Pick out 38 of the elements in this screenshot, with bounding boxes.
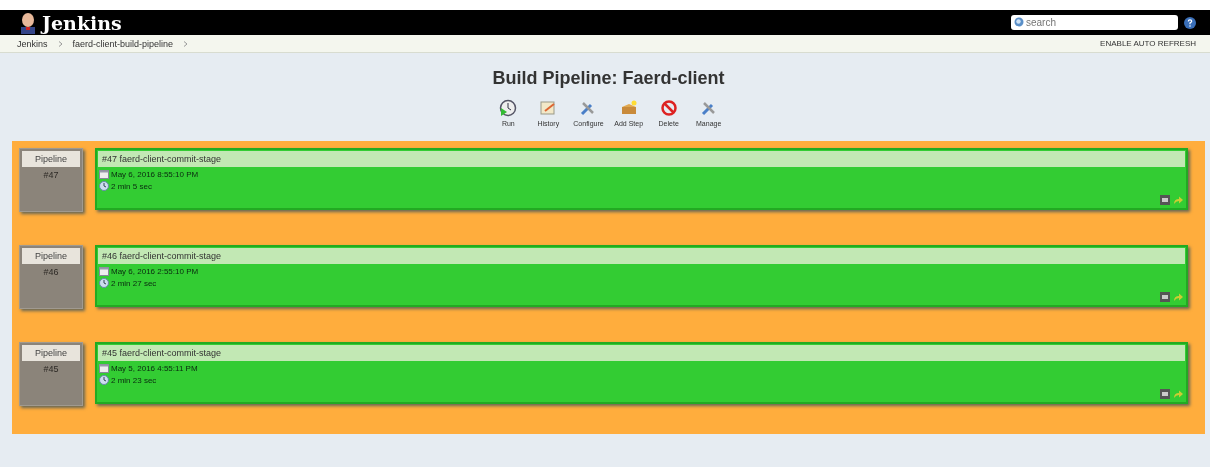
help-icon[interactable] (1184, 16, 1196, 29)
box-icon (619, 99, 638, 117)
clock-play-icon (499, 99, 518, 117)
build-date: May 5, 2016 4:55:11 PM (111, 364, 198, 373)
pipeline-number: #47 (43, 170, 59, 180)
pipeline-link[interactable]: Pipeline (22, 248, 80, 264)
pipeline-number: #45 (43, 364, 59, 374)
build-duration: 2 min 23 sec (111, 375, 157, 385)
build-date: May 6, 2016 2:55:10 PM (111, 267, 199, 276)
pipeline-link[interactable]: Pipeline (22, 151, 80, 167)
pipeline-number: #46 (43, 267, 59, 277)
notepad-icon (539, 99, 558, 117)
breadcrumb-link[interactable]: faerd-client-build-pipeline (72, 38, 174, 49)
chevron-icon[interactable] (183, 40, 189, 47)
build-link[interactable]: #46 faerd-client-commit-stage (98, 248, 1185, 264)
auto-refresh-link[interactable]: ENABLE AUTO REFRESH (1100, 39, 1196, 48)
pipeline-link[interactable]: Pipeline (22, 345, 80, 361)
prohibited-icon (659, 99, 678, 117)
jenkins-logo-text[interactable]: Jenkins (42, 11, 122, 34)
butler-icon (18, 11, 38, 34)
calendar-icon (99, 364, 109, 373)
page-title: Build Pipeline: Faerd-client (491, 67, 726, 89)
clock-icon (99, 181, 109, 191)
build-date: May 6, 2016 8:55:10 PM (111, 170, 199, 179)
clock-icon (99, 278, 109, 288)
console-icon[interactable] (1160, 389, 1170, 399)
console-icon[interactable] (1160, 292, 1170, 302)
breadcrumb-link[interactable]: Jenkins (17, 38, 48, 49)
build-link[interactable]: #47 faerd-client-commit-stage (98, 151, 1185, 167)
console-icon[interactable] (1160, 195, 1170, 205)
build-link[interactable]: #45 faerd-client-commit-stage (98, 345, 1185, 361)
clock-icon (99, 375, 109, 385)
build-duration: 2 min 27 sec (111, 278, 157, 288)
build-duration: 2 min 5 sec (111, 181, 152, 191)
calendar-icon (99, 267, 109, 276)
search-field[interactable]: search (1011, 15, 1178, 30)
calendar-icon (99, 170, 109, 179)
chevron-icon[interactable] (57, 40, 63, 47)
